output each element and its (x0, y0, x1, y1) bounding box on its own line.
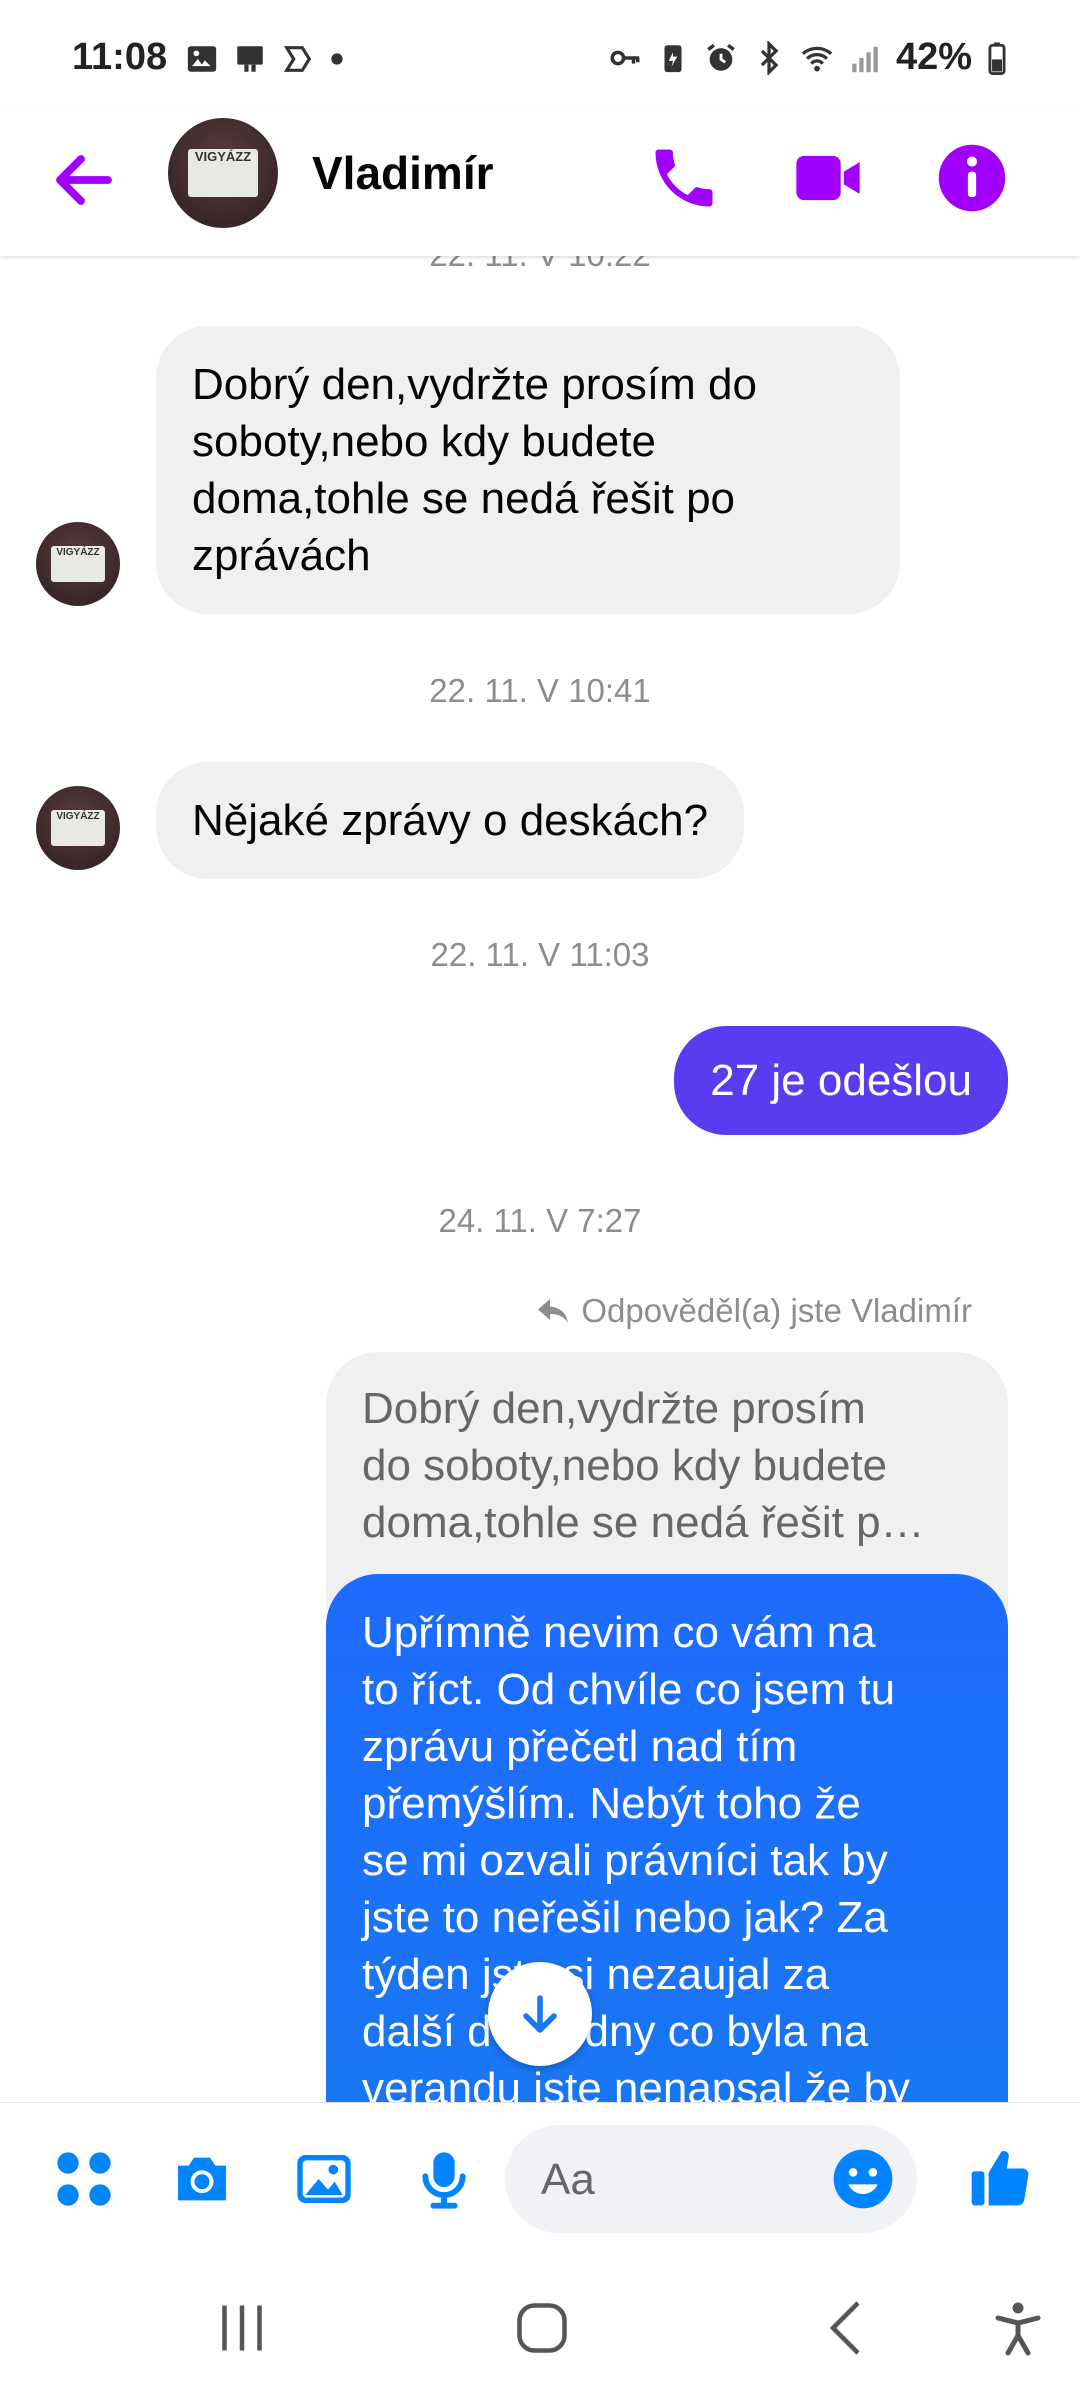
status-notification-icons (185, 42, 345, 76)
apps-icon[interactable] (52, 2147, 116, 2211)
accessibility-icon[interactable] (988, 2298, 1048, 2358)
message-line: Upřímně nevim co vám na (362, 1608, 876, 1657)
reply-label-text: Odpověděl(a) jste Vladimír (581, 1292, 972, 1329)
quoted-line: Dobrý den,vydržte prosím (362, 1384, 866, 1433)
reply-arrow-icon (538, 1299, 569, 1323)
battery-icon (988, 41, 1006, 75)
quoted-message[interactable]: Dobrý den,vydržte prosím do soboty,nebo … (326, 1352, 1008, 1611)
outgoing-message[interactable]: 27 je odešlou (674, 1026, 1008, 1135)
emoji-icon[interactable] (831, 2147, 895, 2211)
message-input[interactable]: Aa (505, 2125, 917, 2233)
message-line: další dva týdny co byla na (362, 2007, 869, 2056)
message-composer: Aa (0, 2102, 1080, 2252)
message-line: přemýšlím. Nebýt toho že (362, 1779, 861, 1828)
thumbs-up-icon[interactable] (966, 2143, 1034, 2211)
quoted-line: doma,tohle se nedá řešit p… (362, 1498, 925, 1547)
cast-notification-icon (237, 46, 263, 72)
message-line: se mi ozvali právníci tak by (362, 1836, 888, 1885)
outgoing-message[interactable]: Upřímně nevim co vám na to říct. Od chví… (326, 1574, 1008, 2102)
wifi-icon (801, 46, 833, 71)
bluetooth-icon (760, 40, 779, 75)
info-icon[interactable] (934, 140, 1010, 216)
key-icon (610, 50, 640, 65)
arrow-down-icon (523, 1995, 557, 2033)
message-line: soboty,nebo kdy budete (192, 417, 656, 466)
message-line: zprávu přečetl nad tím (362, 1722, 798, 1771)
alarm-icon (707, 43, 735, 71)
quoted-line: do soboty,nebo kdy budete (362, 1441, 888, 1490)
more-notifications-dot-icon (331, 53, 343, 65)
avatar-badge-text: VIGYÁZZ (187, 148, 259, 198)
app-notification-icon (283, 46, 312, 72)
message-line: 27 je odešlou (710, 1056, 972, 1105)
gallery-icon[interactable] (292, 2147, 356, 2211)
status-time: 11:08 (72, 36, 168, 78)
reply-indicator: Odpověděl(a) jste Vladimír (535, 1292, 972, 1330)
message-line: Nějaké zprávy o deskách? (192, 796, 709, 845)
incoming-message[interactable]: Nějaké zprávy o deskách? (156, 762, 745, 879)
signal-icon (852, 46, 878, 72)
scroll-to-bottom-button[interactable] (488, 1962, 592, 2066)
contact-avatar[interactable]: VIGYÁZZ (168, 118, 278, 228)
timestamp: 22. 11. V 10:41 (429, 672, 651, 709)
sender-avatar[interactable]: VIGYÁZZ (36, 522, 120, 606)
sender-avatar[interactable]: VIGYÁZZ (36, 786, 120, 870)
message-line: to říct. Od chvíle co jsem tu (362, 1665, 896, 1714)
message-line: verandu jste nenapsal že by (362, 2064, 910, 2102)
phone-icon[interactable] (646, 140, 722, 216)
home-icon[interactable] (512, 2298, 572, 2358)
message-input-placeholder: Aa (541, 2155, 595, 2204)
timestamp: 22. 11. V 11:03 (430, 936, 650, 973)
contact-name[interactable]: Vladimír (312, 146, 494, 200)
message-line: Dobrý den,vydržte prosím do (192, 360, 757, 409)
gallery-notification-icon (187, 46, 217, 72)
camera-icon[interactable] (170, 2147, 234, 2211)
system-navigation-bar (0, 2252, 1080, 2400)
back-nav-icon[interactable] (818, 2298, 878, 2358)
video-icon[interactable] (790, 140, 866, 216)
incoming-message[interactable]: Dobrý den,vydržte prosím do soboty,nebo … (156, 326, 900, 614)
microphone-icon[interactable] (412, 2147, 476, 2211)
status-system-icons: 42% (608, 36, 1008, 79)
back-arrow-icon[interactable] (48, 144, 120, 216)
chat-header: VIGYÁZZ Vladimír (0, 110, 1080, 256)
avatar-badge-text: VIGYÁZZ (51, 545, 105, 583)
status-bar: 11:08 42% (0, 0, 1080, 120)
message-line: jste to neřešil nebo jak? Za (362, 1893, 888, 1942)
recents-icon[interactable] (212, 2298, 272, 2358)
message-line: doma,tohle se nedá řešit po (192, 474, 736, 523)
message-line: zprávách (192, 531, 371, 580)
battery-saver-icon (664, 44, 682, 72)
battery-percentage: 42% (895, 36, 972, 78)
avatar-badge-text: VIGYÁZZ (51, 809, 105, 847)
timestamp: 22. 11. V 10:22 (0, 256, 1080, 274)
message-line: týden jste si nezaujal za (362, 1950, 830, 1999)
timestamp: 24. 11. V 7:27 (438, 1202, 642, 1239)
message-list[interactable]: 22. 11. V 10:22 Dobrý den,vydržte prosím… (0, 256, 1080, 2102)
